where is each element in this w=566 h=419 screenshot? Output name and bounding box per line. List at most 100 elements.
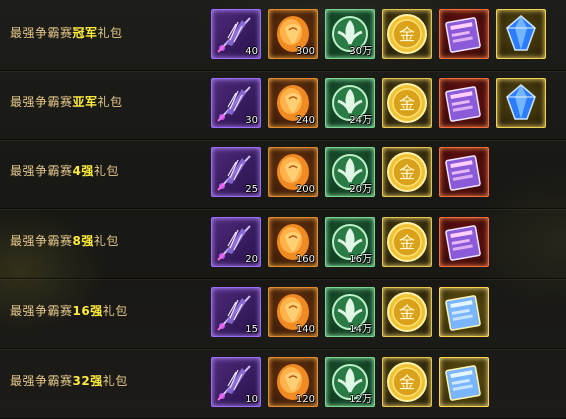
reward-item-count: 140 [295,324,315,335]
reward-title: 最强争霸赛8强礼包 [10,232,119,249]
reward-item-slot[interactable]: 240 [268,78,318,128]
reward-title: 最强争霸赛亚军礼包 [10,93,123,110]
reward-item-slot[interactable]: 160 [268,217,318,267]
gold-skill-book-icon [440,358,488,406]
svg-text:金: 金 [399,25,415,44]
blue-gem-icon [497,10,545,58]
reward-item-count: 12万 [349,394,372,405]
reward-item-slot[interactable]: 25 [211,147,261,197]
reward-item-slot[interactable]: 金 [382,217,432,267]
reward-item-count: 30万 [349,46,372,57]
reward-item-count: 25 [245,184,258,195]
reward-item-slot[interactable] [496,9,546,59]
reward-title-prefix: 最强争霸赛 [10,374,73,388]
reward-title-suffix: 礼包 [102,304,128,318]
reward-title-prefix: 最强争霸赛 [10,234,73,248]
svg-text:金: 金 [399,163,415,182]
reward-title-highlight: 冠军 [72,26,98,40]
reward-item-count: 30 [245,115,258,126]
reward-title-suffix: 礼包 [93,234,119,248]
reward-item-slot[interactable]: 200 [268,147,318,197]
reward-item-slot[interactable]: 14万 [325,287,375,337]
reward-title-highlight: 16强 [72,304,103,318]
reward-item-count: 15 [245,324,258,335]
reward-item-count: 24万 [349,115,372,126]
reward-item-slot[interactable]: 12万 [325,357,375,407]
reward-title-highlight: 亚军 [72,95,98,109]
reward-title: 最强争霸赛冠军礼包 [10,24,123,41]
reward-title-highlight: 32强 [72,374,103,388]
gold-coin-icon: 金 [383,10,431,58]
reward-item-slot[interactable]: 30万 [325,9,375,59]
reward-item-count: 160 [295,254,315,265]
reward-row: 最强争霸赛32强礼包 10 120 12万 金 [0,348,566,419]
reward-item-count: 40 [245,46,258,57]
gold-coin-icon: 金 [383,288,431,336]
reward-title: 最强争霸赛16强礼包 [10,302,128,319]
reward-item-count: 20 [245,254,258,265]
gold-coin-icon: 金 [383,79,431,127]
reward-item-count: 200 [295,184,315,195]
reward-item-slot[interactable]: 15 [211,287,261,337]
reward-title-prefix: 最强争霸赛 [10,95,73,109]
reward-item-slot[interactable]: 140 [268,287,318,337]
reward-item-count: 120 [295,394,315,405]
reward-title-highlight: 8强 [72,234,94,248]
reward-title-prefix: 最强争霸赛 [10,26,73,40]
reward-item-count: 240 [295,115,315,126]
gold-skill-book-icon [440,288,488,336]
reward-item-count: 20万 [349,184,372,195]
reward-item-slot[interactable]: 16万 [325,217,375,267]
reward-item-count: 300 [295,46,315,57]
reward-title-suffix: 礼包 [97,95,123,109]
reward-item-slot[interactable] [496,78,546,128]
gold-coin-icon: 金 [383,218,431,266]
reward-title-prefix: 最强争霸赛 [10,164,73,178]
reward-item-slot[interactable] [439,147,489,197]
reward-item-slot[interactable]: 金 [382,287,432,337]
reward-title-highlight: 4强 [72,164,94,178]
reward-item-slot[interactable]: 300 [268,9,318,59]
reward-item-slot[interactable]: 金 [382,9,432,59]
reward-item-count: 10 [245,394,258,405]
reward-item-slot[interactable]: 20万 [325,147,375,197]
reward-row: 最强争霸赛4强礼包 25 200 20万 金 [0,138,566,209]
reward-title-suffix: 礼包 [93,164,119,178]
reward-item-count: 16万 [349,254,372,265]
reward-item-slot[interactable] [439,217,489,267]
reward-title-suffix: 礼包 [97,26,123,40]
svg-text:金: 金 [399,373,415,392]
reward-item-slot[interactable]: 10 [211,357,261,407]
reward-item-slot[interactable]: 金 [382,147,432,197]
reward-item-slot[interactable]: 20 [211,217,261,267]
reward-row: 最强争霸赛8强礼包 20 160 16万 金 [0,208,566,279]
reward-item-slot[interactable]: 金 [382,357,432,407]
reward-item-slot[interactable] [439,78,489,128]
reward-title-suffix: 礼包 [102,374,128,388]
gold-coin-icon: 金 [383,148,431,196]
skill-book-icon [440,148,488,196]
gold-coin-icon: 金 [383,358,431,406]
reward-item-slot[interactable] [439,357,489,407]
svg-text:金: 金 [399,303,415,322]
reward-title: 最强争霸赛32强礼包 [10,372,128,389]
skill-book-icon [440,10,488,58]
blue-gem-icon [497,79,545,127]
reward-item-slot[interactable]: 30 [211,78,261,128]
reward-title-prefix: 最强争霸赛 [10,304,73,318]
svg-text:金: 金 [399,233,415,252]
reward-item-slot[interactable] [439,287,489,337]
reward-item-slot[interactable]: 40 [211,9,261,59]
reward-item-count: 14万 [349,324,372,335]
skill-book-icon [440,79,488,127]
reward-row: 最强争霸赛冠军礼包 40 300 30万 金 [0,0,566,71]
reward-item-slot[interactable] [439,9,489,59]
reward-title: 最强争霸赛4强礼包 [10,162,119,179]
skill-book-icon [440,218,488,266]
reward-item-slot[interactable]: 24万 [325,78,375,128]
reward-item-slot[interactable]: 金 [382,78,432,128]
reward-item-slot[interactable]: 120 [268,357,318,407]
reward-row: 最强争霸赛亚军礼包 30 240 24万 金 [0,69,566,140]
svg-text:金: 金 [399,94,415,113]
reward-row: 最强争霸赛16强礼包 15 140 14万 金 [0,278,566,349]
